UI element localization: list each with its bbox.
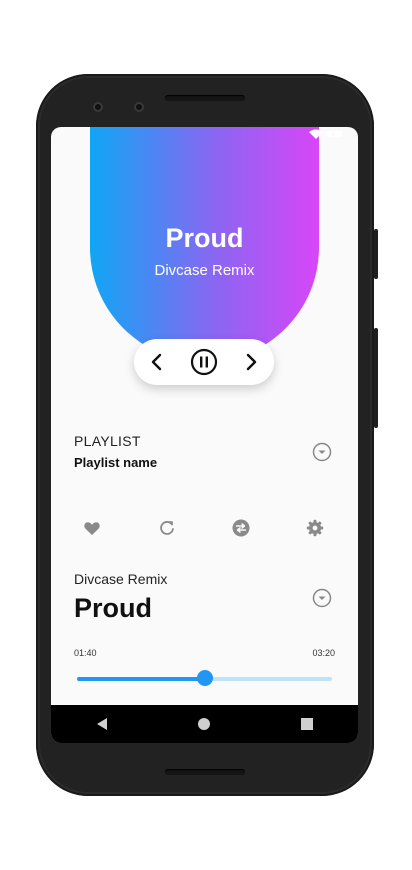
power-button [374, 328, 378, 428]
shuffle-button[interactable] [232, 519, 250, 537]
nav-back-button[interactable] [87, 709, 117, 739]
playlist-name: Playlist name [74, 455, 158, 470]
pause-circle-icon [190, 348, 218, 376]
track-dropdown-button[interactable] [312, 588, 332, 608]
next-button[interactable] [238, 339, 264, 385]
front-sensor [134, 102, 144, 112]
chevron-left-icon [151, 353, 162, 371]
playback-controls [134, 339, 274, 385]
pause-button[interactable] [189, 339, 219, 385]
system-nav-bar [51, 705, 358, 743]
wifi-icon [309, 129, 324, 140]
now-playing-title: Proud [165, 223, 244, 253]
home-circle-icon [198, 718, 211, 730]
settings-button[interactable] [306, 519, 324, 537]
elapsed-time: 01:40 [74, 648, 97, 658]
playlist-dropdown-button[interactable] [312, 442, 332, 462]
recents-square-icon [300, 718, 313, 730]
heart-icon [84, 522, 100, 535]
battery-icon [326, 131, 342, 138]
nav-recents-button[interactable] [292, 709, 322, 739]
bottom-speaker [165, 769, 245, 775]
shuffle-icon [232, 519, 250, 537]
repeat-button[interactable] [158, 519, 176, 537]
total-time: 03:20 [312, 648, 335, 658]
repeat-icon [160, 521, 174, 535]
status-bar-icons [309, 129, 344, 140]
nav-home-button[interactable] [189, 709, 219, 739]
front-camera [93, 102, 103, 112]
chevron-down-circle-icon [312, 442, 332, 462]
now-playing-artist: Divcase Remix [154, 262, 255, 279]
favorite-button[interactable] [83, 519, 101, 537]
track-artist: Divcase Remix [74, 571, 168, 587]
gear-icon [306, 519, 324, 537]
progress-thumb[interactable] [196, 670, 213, 686]
playlist-heading: PLAYLIST [74, 433, 141, 449]
track-title: Proud [74, 593, 152, 623]
volume-button [374, 229, 378, 279]
app-screen: Proud Divcase Remix PLAYLIST Playlist na… [51, 127, 358, 743]
top-speaker [165, 95, 245, 101]
chevron-right-icon [246, 353, 257, 371]
progress-fill [77, 677, 205, 681]
previous-button[interactable] [144, 339, 170, 385]
back-triangle-icon [97, 718, 108, 730]
chevron-down-circle-icon [312, 588, 332, 608]
